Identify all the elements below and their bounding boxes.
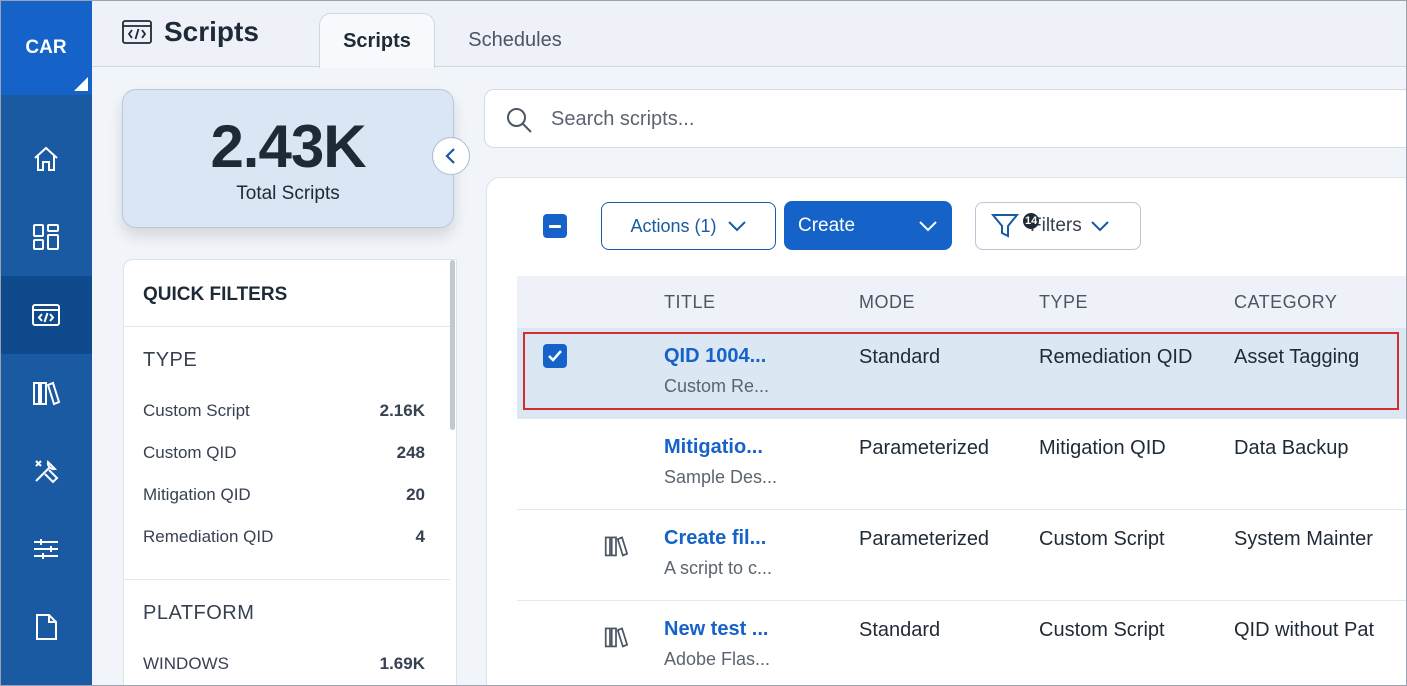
filter-item-count: 1.69K: [379, 654, 425, 673]
row-type: Mitigation QID: [1039, 437, 1166, 459]
row-mode: Parameterized: [859, 437, 990, 459]
filter-item-label: Custom Script: [143, 401, 250, 420]
table-header: TITLE MODE TYPE CATEGORY: [517, 276, 1407, 328]
filter-item-label: Mitigation QID: [143, 485, 251, 504]
rail-item-settings[interactable]: [0, 510, 92, 588]
app-switcher-corner-icon: [74, 77, 88, 91]
collapse-panel-button[interactable]: [432, 137, 470, 175]
rail-item-documents[interactable]: [0, 588, 92, 666]
home-icon: [34, 146, 58, 171]
filters-dropdown-button[interactable]: 14 Filters: [975, 202, 1141, 250]
quick-filters-title: QUICK FILTERS: [143, 284, 288, 305]
row-mode: Standard: [859, 619, 941, 641]
row-category: System Mainter: [1234, 528, 1373, 550]
rail-item-dashboard[interactable]: [0, 198, 92, 276]
chevron-left-icon: [445, 148, 455, 164]
row-mode: Standard: [859, 346, 941, 368]
divider: [124, 326, 450, 327]
chevron-down-icon: [919, 220, 937, 231]
filter-section-type: TYPE: [143, 349, 198, 371]
page-header: Scripts Scripts Schedules: [92, 0, 1407, 68]
row-category: Data Backup: [1234, 437, 1349, 459]
search-icon: [507, 108, 532, 133]
filter-item-label: Remediation QID: [143, 527, 274, 546]
filter-item-count: 20: [406, 485, 425, 504]
row-title-link[interactable]: QID 1004...: [664, 345, 766, 368]
page-title: Scripts: [122, 16, 259, 48]
search-input[interactable]: [551, 102, 1151, 136]
code-icon: [32, 304, 60, 326]
page-title-text: Scripts: [164, 16, 259, 47]
row-type: Remediation QID: [1039, 346, 1193, 368]
filter-section-platform: PLATFORM: [143, 602, 255, 624]
row-subtitle: Sample Des...: [664, 467, 778, 487]
library-icon: [33, 381, 61, 406]
column-header-mode[interactable]: MODE: [859, 292, 915, 313]
table-row[interactable]: Create fil... A script to c... Parameter…: [517, 510, 1407, 601]
tab-schedules[interactable]: Schedules: [450, 13, 580, 68]
file-icon: [36, 614, 57, 640]
tools-icon: [35, 459, 59, 484]
column-header-title[interactable]: TITLE: [664, 292, 716, 313]
total-scripts-card: 2.43K Total Scripts: [122, 89, 454, 228]
table-row[interactable]: QID 1004... Custom Re... Standard Remedi…: [517, 328, 1407, 419]
funnel-icon: [990, 214, 1020, 238]
row-type: Custom Script: [1039, 619, 1165, 641]
create-dropdown-button[interactable]: Create: [784, 201, 952, 250]
filter-item-custom-qid[interactable]: Custom QID 248: [143, 443, 425, 463]
chevron-down-icon: [727, 221, 746, 232]
row-subtitle: Custom Re...: [664, 376, 770, 396]
column-header-type[interactable]: TYPE: [1039, 292, 1088, 313]
quick-filters-panel: QUICK FILTERS TYPE Custom Script 2.16K C…: [123, 259, 457, 686]
rail-item-home[interactable]: [0, 120, 92, 198]
app-label: CAR: [25, 36, 67, 58]
tab-scripts[interactable]: Scripts: [319, 13, 435, 68]
sliders-icon: [34, 539, 58, 559]
library-icon: [604, 627, 629, 648]
row-title-link[interactable]: New test ...: [664, 618, 768, 641]
column-header-category[interactable]: CATEGORY: [1234, 292, 1337, 313]
code-window-icon: [122, 20, 152, 44]
search-bar: [484, 89, 1407, 148]
quick-filters-scrollbar[interactable]: [450, 260, 455, 430]
total-scripts-value: 2.43K: [210, 113, 366, 180]
row-type: Custom Script: [1039, 528, 1165, 550]
library-icon: [604, 536, 629, 557]
row-title-link[interactable]: Mitigatio...: [664, 436, 763, 459]
filters-count-badge: 14: [1023, 213, 1040, 229]
row-mode: Parameterized: [859, 528, 990, 550]
filter-item-label: Custom QID: [143, 443, 237, 462]
checkmark-icon: [548, 350, 562, 362]
row-subtitle: A script to c...: [664, 558, 773, 578]
divider: [124, 579, 450, 580]
filter-item-mitigation-qid[interactable]: Mitigation QID 20: [143, 485, 425, 505]
create-label: Create: [798, 214, 856, 236]
actions-label: Actions (1): [630, 215, 717, 236]
filter-icon-wrap: 14: [990, 210, 1040, 242]
left-rail: CAR: [0, 0, 92, 686]
table-row[interactable]: Mitigatio... Sample Des... Parameterized…: [517, 419, 1407, 510]
filter-item-count: 4: [415, 527, 425, 546]
select-all-checkbox[interactable]: [543, 214, 567, 238]
total-scripts-label: Total Scripts: [236, 183, 340, 204]
rail-item-tools[interactable]: [0, 432, 92, 510]
filter-item-custom-script[interactable]: Custom Script 2.16K: [143, 401, 425, 421]
app-switcher[interactable]: CAR: [0, 0, 92, 95]
row-category: Asset Tagging: [1234, 346, 1360, 368]
filter-item-count: 2.16K: [379, 401, 425, 420]
actions-dropdown-button[interactable]: Actions (1): [601, 202, 776, 250]
row-category: QID without Pat: [1234, 619, 1375, 641]
chevron-down-icon: [1091, 221, 1109, 232]
row-title-link[interactable]: Create fil...: [664, 527, 766, 550]
filter-item-remediation-qid[interactable]: Remediation QID 4: [143, 527, 425, 547]
rail-item-library[interactable]: [0, 354, 92, 432]
filter-item-label: WINDOWS: [143, 654, 229, 673]
table-row[interactable]: New test ... Adobe Flas... Standard Cust…: [517, 601, 1407, 686]
rail-item-scripts[interactable]: [0, 276, 92, 354]
row-checkbox[interactable]: [543, 344, 567, 368]
filter-item-count: 248: [396, 443, 425, 462]
dashboard-icon: [33, 224, 59, 250]
row-subtitle: Adobe Flas...: [664, 649, 771, 669]
filter-item-windows[interactable]: WINDOWS 1.69K: [143, 654, 425, 674]
